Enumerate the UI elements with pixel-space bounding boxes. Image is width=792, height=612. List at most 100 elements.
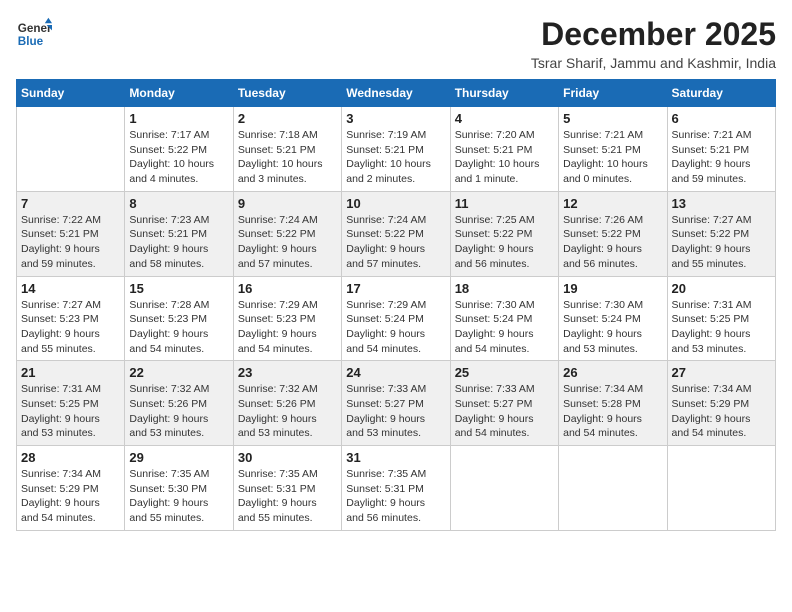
day-info: Sunrise: 7:32 AMSunset: 5:26 PMDaylight:… xyxy=(129,382,228,441)
calendar-cell: 5 Sunrise: 7:21 AMSunset: 5:21 PMDaylight… xyxy=(559,107,667,192)
calendar-week-row: 28 Sunrise: 7:34 AMSunset: 5:29 PMDayligh… xyxy=(17,446,776,531)
day-info: Sunrise: 7:35 AMSunset: 5:31 PMDaylight:… xyxy=(346,467,445,526)
calendar-cell: 18 Sunrise: 7:30 AMSunset: 5:24 PMDayligh… xyxy=(450,276,558,361)
day-info: Sunrise: 7:27 AMSunset: 5:22 PMDaylight:… xyxy=(672,213,771,272)
calendar-cell: 29 Sunrise: 7:35 AMSunset: 5:30 PMDayligh… xyxy=(125,446,233,531)
calendar-cell: 28 Sunrise: 7:34 AMSunset: 5:29 PMDayligh… xyxy=(17,446,125,531)
calendar-cell: 8 Sunrise: 7:23 AMSunset: 5:21 PMDaylight… xyxy=(125,191,233,276)
day-info: Sunrise: 7:28 AMSunset: 5:23 PMDaylight:… xyxy=(129,298,228,357)
day-info: Sunrise: 7:30 AMSunset: 5:24 PMDaylight:… xyxy=(455,298,554,357)
day-info: Sunrise: 7:22 AMSunset: 5:21 PMDaylight:… xyxy=(21,213,120,272)
day-number: 1 xyxy=(129,111,228,126)
calendar-cell: 17 Sunrise: 7:29 AMSunset: 5:24 PMDayligh… xyxy=(342,276,450,361)
calendar-cell: 11 Sunrise: 7:25 AMSunset: 5:22 PMDayligh… xyxy=(450,191,558,276)
logo-icon: General Blue xyxy=(16,16,52,52)
location-title: Tsrar Sharif, Jammu and Kashmir, India xyxy=(531,55,776,71)
day-info: Sunrise: 7:35 AMSunset: 5:31 PMDaylight:… xyxy=(238,467,337,526)
weekday-header-monday: Monday xyxy=(125,80,233,107)
day-number: 28 xyxy=(21,450,120,465)
calendar-cell: 7 Sunrise: 7:22 AMSunset: 5:21 PMDaylight… xyxy=(17,191,125,276)
weekday-header-wednesday: Wednesday xyxy=(342,80,450,107)
weekday-header-saturday: Saturday xyxy=(667,80,775,107)
weekday-header-thursday: Thursday xyxy=(450,80,558,107)
logo: General Blue xyxy=(16,16,52,52)
day-number: 30 xyxy=(238,450,337,465)
calendar-week-row: 21Sunrise: 7:31 AMSunset: 5:25 PMDayligh… xyxy=(17,361,776,446)
day-info: Sunrise: 7:34 AMSunset: 5:29 PMDaylight:… xyxy=(672,382,771,441)
calendar-cell: 16Sunrise: 7:29 AMSunset: 5:23 PMDayligh… xyxy=(233,276,341,361)
calendar-week-row: 14 Sunrise: 7:27 AMSunset: 5:23 PMDayligh… xyxy=(17,276,776,361)
day-number: 31 xyxy=(346,450,445,465)
day-number: 10 xyxy=(346,196,445,211)
calendar-cell: 15Sunrise: 7:28 AMSunset: 5:23 PMDayligh… xyxy=(125,276,233,361)
calendar-cell: 10 Sunrise: 7:24 AMSunset: 5:22 PMDayligh… xyxy=(342,191,450,276)
day-info: Sunrise: 7:29 AMSunset: 5:24 PMDaylight:… xyxy=(346,298,445,357)
calendar-cell: 1 Sunrise: 7:17 AMSunset: 5:22 PMDaylight… xyxy=(125,107,233,192)
weekday-header-sunday: Sunday xyxy=(17,80,125,107)
day-info: Sunrise: 7:35 AMSunset: 5:30 PMDaylight:… xyxy=(129,467,228,526)
svg-text:General: General xyxy=(18,22,52,35)
day-info: Sunrise: 7:18 AMSunset: 5:21 PMDaylight:… xyxy=(238,128,337,187)
calendar-cell: 27 Sunrise: 7:34 AMSunset: 5:29 PMDayligh… xyxy=(667,361,775,446)
day-info: Sunrise: 7:21 AMSunset: 5:21 PMDaylight:… xyxy=(563,128,662,187)
day-info: Sunrise: 7:26 AMSunset: 5:22 PMDaylight:… xyxy=(563,213,662,272)
calendar-cell xyxy=(667,446,775,531)
calendar-week-row: 1 Sunrise: 7:17 AMSunset: 5:22 PMDaylight… xyxy=(17,107,776,192)
day-number: 29 xyxy=(129,450,228,465)
calendar-cell: 23 Sunrise: 7:32 AMSunset: 5:26 PMDayligh… xyxy=(233,361,341,446)
day-number: 18 xyxy=(455,281,554,296)
day-info: Sunrise: 7:20 AMSunset: 5:21 PMDaylight:… xyxy=(455,128,554,187)
day-info: Sunrise: 7:24 AMSunset: 5:22 PMDaylight:… xyxy=(346,213,445,272)
day-number: 16 xyxy=(238,281,337,296)
calendar-cell: 21Sunrise: 7:31 AMSunset: 5:25 PMDayligh… xyxy=(17,361,125,446)
day-number: 27 xyxy=(672,365,771,380)
day-number: 17 xyxy=(346,281,445,296)
calendar-cell: 3Sunrise: 7:19 AMSunset: 5:21 PMDaylight… xyxy=(342,107,450,192)
day-info: Sunrise: 7:33 AMSunset: 5:27 PMDaylight:… xyxy=(455,382,554,441)
day-info: Sunrise: 7:34 AMSunset: 5:29 PMDaylight:… xyxy=(21,467,120,526)
month-title: December 2025 xyxy=(531,16,776,53)
day-info: Sunrise: 7:24 AMSunset: 5:22 PMDaylight:… xyxy=(238,213,337,272)
day-number: 6 xyxy=(672,111,771,126)
weekday-header-tuesday: Tuesday xyxy=(233,80,341,107)
svg-text:Blue: Blue xyxy=(18,35,44,48)
day-info: Sunrise: 7:32 AMSunset: 5:26 PMDaylight:… xyxy=(238,382,337,441)
day-number: 7 xyxy=(21,196,120,211)
day-number: 8 xyxy=(129,196,228,211)
calendar-cell: 24Sunrise: 7:33 AMSunset: 5:27 PMDayligh… xyxy=(342,361,450,446)
calendar-cell: 19Sunrise: 7:30 AMSunset: 5:24 PMDayligh… xyxy=(559,276,667,361)
day-info: Sunrise: 7:33 AMSunset: 5:27 PMDaylight:… xyxy=(346,382,445,441)
day-info: Sunrise: 7:23 AMSunset: 5:21 PMDaylight:… xyxy=(129,213,228,272)
day-info: Sunrise: 7:34 AMSunset: 5:28 PMDaylight:… xyxy=(563,382,662,441)
day-number: 14 xyxy=(21,281,120,296)
day-number: 11 xyxy=(455,196,554,211)
calendar-cell xyxy=(17,107,125,192)
day-number: 5 xyxy=(563,111,662,126)
calendar-cell: 31 Sunrise: 7:35 AMSunset: 5:31 PMDayligh… xyxy=(342,446,450,531)
calendar-cell: 25 Sunrise: 7:33 AMSunset: 5:27 PMDayligh… xyxy=(450,361,558,446)
calendar-cell: 22 Sunrise: 7:32 AMSunset: 5:26 PMDayligh… xyxy=(125,361,233,446)
day-number: 26 xyxy=(563,365,662,380)
day-number: 9 xyxy=(238,196,337,211)
day-info: Sunrise: 7:21 AMSunset: 5:21 PMDaylight:… xyxy=(672,128,771,187)
calendar-cell xyxy=(450,446,558,531)
day-info: Sunrise: 7:17 AMSunset: 5:22 PMDaylight:… xyxy=(129,128,228,187)
calendar-cell: 13 Sunrise: 7:27 AMSunset: 5:22 PMDayligh… xyxy=(667,191,775,276)
weekday-header-friday: Friday xyxy=(559,80,667,107)
day-number: 22 xyxy=(129,365,228,380)
header: General Blue December 2025 Tsrar Sharif,… xyxy=(16,16,776,71)
day-number: 25 xyxy=(455,365,554,380)
day-info: Sunrise: 7:25 AMSunset: 5:22 PMDaylight:… xyxy=(455,213,554,272)
calendar-cell: 20 Sunrise: 7:31 AMSunset: 5:25 PMDayligh… xyxy=(667,276,775,361)
day-number: 20 xyxy=(672,281,771,296)
calendar-cell: 14 Sunrise: 7:27 AMSunset: 5:23 PMDayligh… xyxy=(17,276,125,361)
day-info: Sunrise: 7:30 AMSunset: 5:24 PMDaylight:… xyxy=(563,298,662,357)
day-info: Sunrise: 7:31 AMSunset: 5:25 PMDaylight:… xyxy=(672,298,771,357)
calendar-cell xyxy=(559,446,667,531)
calendar-cell: 4Sunrise: 7:20 AMSunset: 5:21 PMDaylight… xyxy=(450,107,558,192)
day-number: 13 xyxy=(672,196,771,211)
day-number: 23 xyxy=(238,365,337,380)
calendar: SundayMondayTuesdayWednesdayThursdayFrid… xyxy=(16,79,776,531)
day-number: 21 xyxy=(21,365,120,380)
day-info: Sunrise: 7:27 AMSunset: 5:23 PMDaylight:… xyxy=(21,298,120,357)
